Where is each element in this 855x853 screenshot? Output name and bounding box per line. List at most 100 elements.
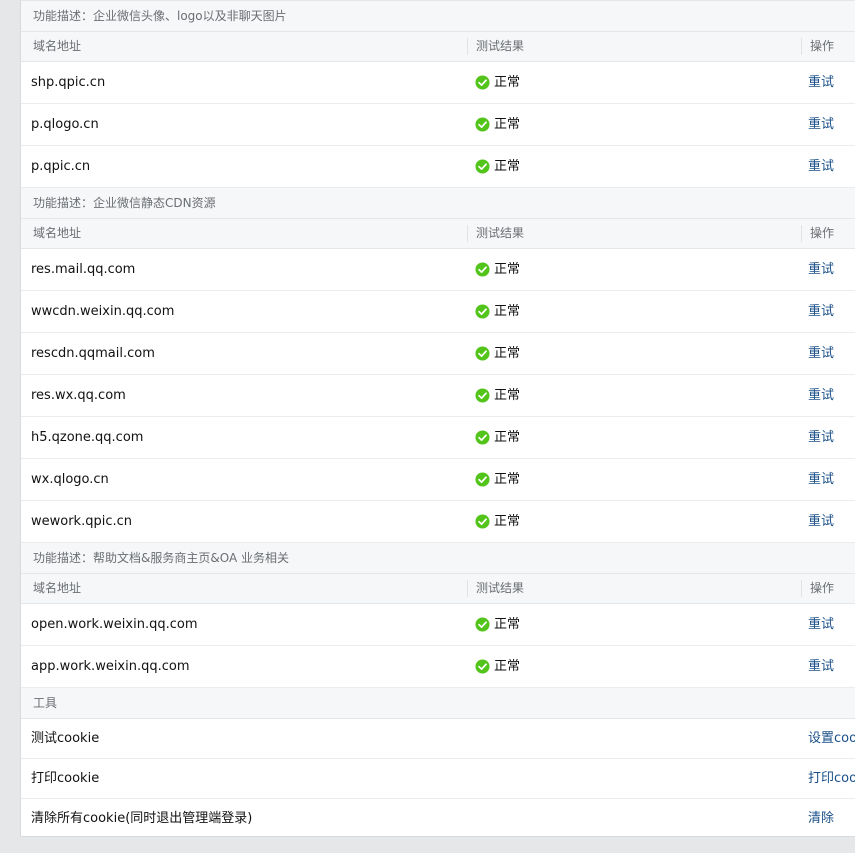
domain-address: shp.qpic.cn: [31, 75, 106, 90]
table-row: res.mail.qq.com 正常 重试: [21, 249, 855, 291]
check-circle-icon: [475, 159, 490, 174]
section-title: 功能描述：企业微信静态CDN资源: [21, 188, 855, 219]
table-header: 域名地址 测试结果 操作: [21, 219, 855, 249]
test-result: 正常: [475, 62, 520, 103]
result-text: 正常: [494, 514, 521, 529]
retry-link[interactable]: 重试: [808, 459, 834, 500]
column-header-domain: 域名地址: [33, 581, 82, 595]
check-circle-icon: [475, 304, 490, 319]
column-header-result: 测试结果: [476, 39, 525, 53]
column-header-domain: 域名地址: [33, 226, 82, 240]
table-row: open.work.weixin.qq.com 正常 重试: [21, 604, 855, 646]
table-row: wwcdn.weixin.qq.com 正常 重试: [21, 291, 855, 333]
table-row: res.wx.qq.com 正常 重试: [21, 375, 855, 417]
domain-section: 功能描述：企业微信静态CDN资源 域名地址 测试结果 操作 res.mail.q…: [21, 188, 855, 543]
check-circle-icon: [475, 472, 490, 487]
retry-link[interactable]: 重试: [808, 333, 834, 374]
column-header-action: 操作: [810, 226, 835, 240]
retry-link[interactable]: 重试: [808, 62, 834, 103]
domain-address: p.qlogo.cn: [31, 117, 99, 132]
column-divider: [801, 225, 802, 242]
table-row: wework.qpic.cn 正常 重试: [21, 501, 855, 543]
section-title: 功能描述：帮助文档&服务商主页&OA 业务相关: [21, 543, 855, 574]
check-circle-icon: [475, 388, 490, 403]
table-header: 域名地址 测试结果 操作: [21, 32, 855, 62]
check-circle-icon: [475, 659, 490, 674]
domain-section: 功能描述：帮助文档&服务商主页&OA 业务相关 域名地址 测试结果 操作 ope…: [21, 543, 855, 688]
test-result: 正常: [475, 375, 520, 416]
check-circle-icon: [475, 617, 490, 632]
test-result: 正常: [475, 501, 520, 542]
test-result: 正常: [475, 459, 520, 500]
result-text: 正常: [494, 304, 521, 319]
column-header-result: 测试结果: [476, 581, 525, 595]
domain-section: 功能描述：企业微信头像、logo以及非聊天图片 域名地址 测试结果 操作 shp…: [21, 1, 855, 188]
domain-address: h5.qzone.qq.com: [31, 430, 144, 445]
check-circle-icon: [475, 262, 490, 277]
retry-link[interactable]: 重试: [808, 291, 834, 332]
table-header: 域名地址 测试结果 操作: [21, 574, 855, 604]
result-text: 正常: [494, 659, 521, 674]
tools-section: 工具 测试cookie 设置coo 打印cookie 打印coo 清除所有cookie(同…: [21, 688, 855, 836]
column-divider: [467, 225, 468, 242]
retry-link[interactable]: 重试: [808, 146, 834, 187]
result-text: 正常: [494, 75, 521, 90]
tool-action-link[interactable]: 设置coo: [808, 719, 855, 758]
retry-link[interactable]: 重试: [808, 646, 834, 687]
column-divider: [467, 38, 468, 55]
test-result: 正常: [475, 104, 520, 145]
result-text: 正常: [494, 617, 521, 632]
retry-link[interactable]: 重试: [808, 604, 834, 645]
test-result: 正常: [475, 646, 520, 687]
column-header-result: 测试结果: [476, 226, 525, 240]
tool-label: 清除所有cookie(同时退出管理端登录): [31, 811, 253, 826]
test-result: 正常: [475, 291, 520, 332]
table-row: p.qpic.cn 正常 重试: [21, 146, 855, 188]
table-row: p.qlogo.cn 正常 重试: [21, 104, 855, 146]
check-circle-icon: [475, 75, 490, 90]
domain-address: rescdn.qqmail.com: [31, 346, 155, 361]
tool-row: 打印cookie 打印coo: [21, 759, 855, 799]
check-circle-icon: [475, 514, 490, 529]
domain-address: res.mail.qq.com: [31, 262, 136, 277]
column-header-action: 操作: [810, 39, 835, 53]
test-result: 正常: [475, 333, 520, 374]
test-result: 正常: [475, 249, 520, 290]
column-header-action: 操作: [810, 581, 835, 595]
retry-link[interactable]: 重试: [808, 249, 834, 290]
domain-address: app.work.weixin.qq.com: [31, 659, 190, 674]
retry-link[interactable]: 重试: [808, 375, 834, 416]
tool-row: 测试cookie 设置coo: [21, 719, 855, 759]
result-text: 正常: [494, 472, 521, 487]
tool-action-link[interactable]: 打印coo: [808, 759, 855, 798]
table-row: wx.qlogo.cn 正常 重试: [21, 459, 855, 501]
domain-address: wework.qpic.cn: [31, 514, 133, 529]
tool-label: 打印cookie: [31, 771, 100, 786]
table-row: shp.qpic.cn 正常 重试: [21, 62, 855, 104]
check-circle-icon: [475, 430, 490, 445]
retry-link[interactable]: 重试: [808, 104, 834, 145]
section-title: 功能描述：企业微信头像、logo以及非聊天图片: [21, 1, 855, 32]
test-result: 正常: [475, 417, 520, 458]
column-header-domain: 域名地址: [33, 39, 82, 53]
table-row: rescdn.qqmail.com 正常 重试: [21, 333, 855, 375]
tool-label: 测试cookie: [31, 731, 100, 746]
test-result: 正常: [475, 604, 520, 645]
check-circle-icon: [475, 117, 490, 132]
column-divider: [801, 38, 802, 55]
domain-address: p.qpic.cn: [31, 159, 91, 174]
column-divider: [467, 580, 468, 597]
result-text: 正常: [494, 430, 521, 445]
check-circle-icon: [475, 346, 490, 361]
test-result: 正常: [475, 146, 520, 187]
result-text: 正常: [494, 262, 521, 277]
column-divider: [801, 580, 802, 597]
domain-address: res.wx.qq.com: [31, 388, 126, 403]
tool-row: 清除所有cookie(同时退出管理端登录) 清除: [21, 799, 855, 836]
tool-action-link[interactable]: 清除: [808, 799, 834, 836]
retry-link[interactable]: 重试: [808, 501, 834, 542]
retry-link[interactable]: 重试: [808, 417, 834, 458]
domain-address: open.work.weixin.qq.com: [31, 617, 198, 632]
domain-address: wx.qlogo.cn: [31, 472, 109, 487]
table-row: app.work.weixin.qq.com 正常 重试: [21, 646, 855, 688]
